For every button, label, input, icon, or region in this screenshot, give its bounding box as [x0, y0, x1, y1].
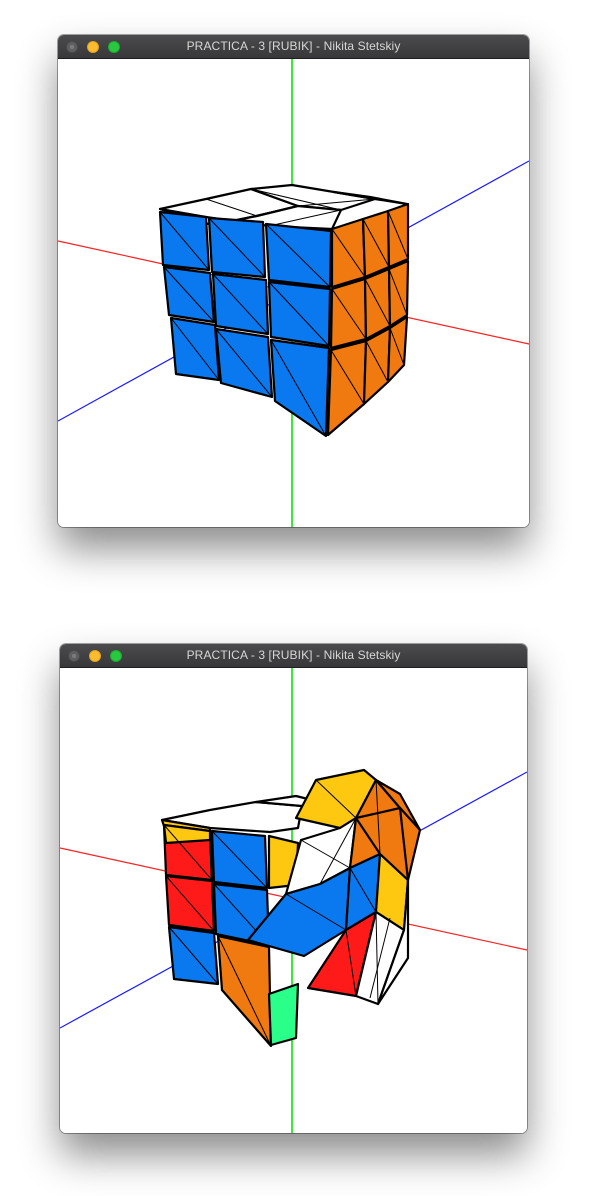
- front-face: [158, 210, 333, 438]
- rubik-scene-rotating: [60, 668, 527, 1133]
- gl-viewport[interactable]: [60, 668, 527, 1133]
- window-title: PRACTICA - 3 [RUBIK] - Nikita Stetskiy: [186, 39, 401, 53]
- window-title: PRACTICA - 3 [RUBIK] - Nikita Stetskiy: [186, 648, 401, 662]
- rubik-scene-solved: [58, 59, 529, 527]
- app-window-solved: PRACTICA - 3 [RUBIK] - Nikita Stetskiy: [58, 35, 529, 527]
- gl-viewport[interactable]: [58, 59, 529, 527]
- title-bar[interactable]: PRACTICA - 3 [RUBIK] - Nikita Stetskiy: [60, 644, 527, 668]
- app-window-rotating: PRACTICA - 3 [RUBIK] - Nikita Stetskiy: [60, 644, 527, 1133]
- inner-green-facelet: [267, 982, 300, 1047]
- title-bar[interactable]: PRACTICA - 3 [RUBIK] - Nikita Stetskiy: [58, 35, 529, 59]
- right-face: [326, 202, 410, 437]
